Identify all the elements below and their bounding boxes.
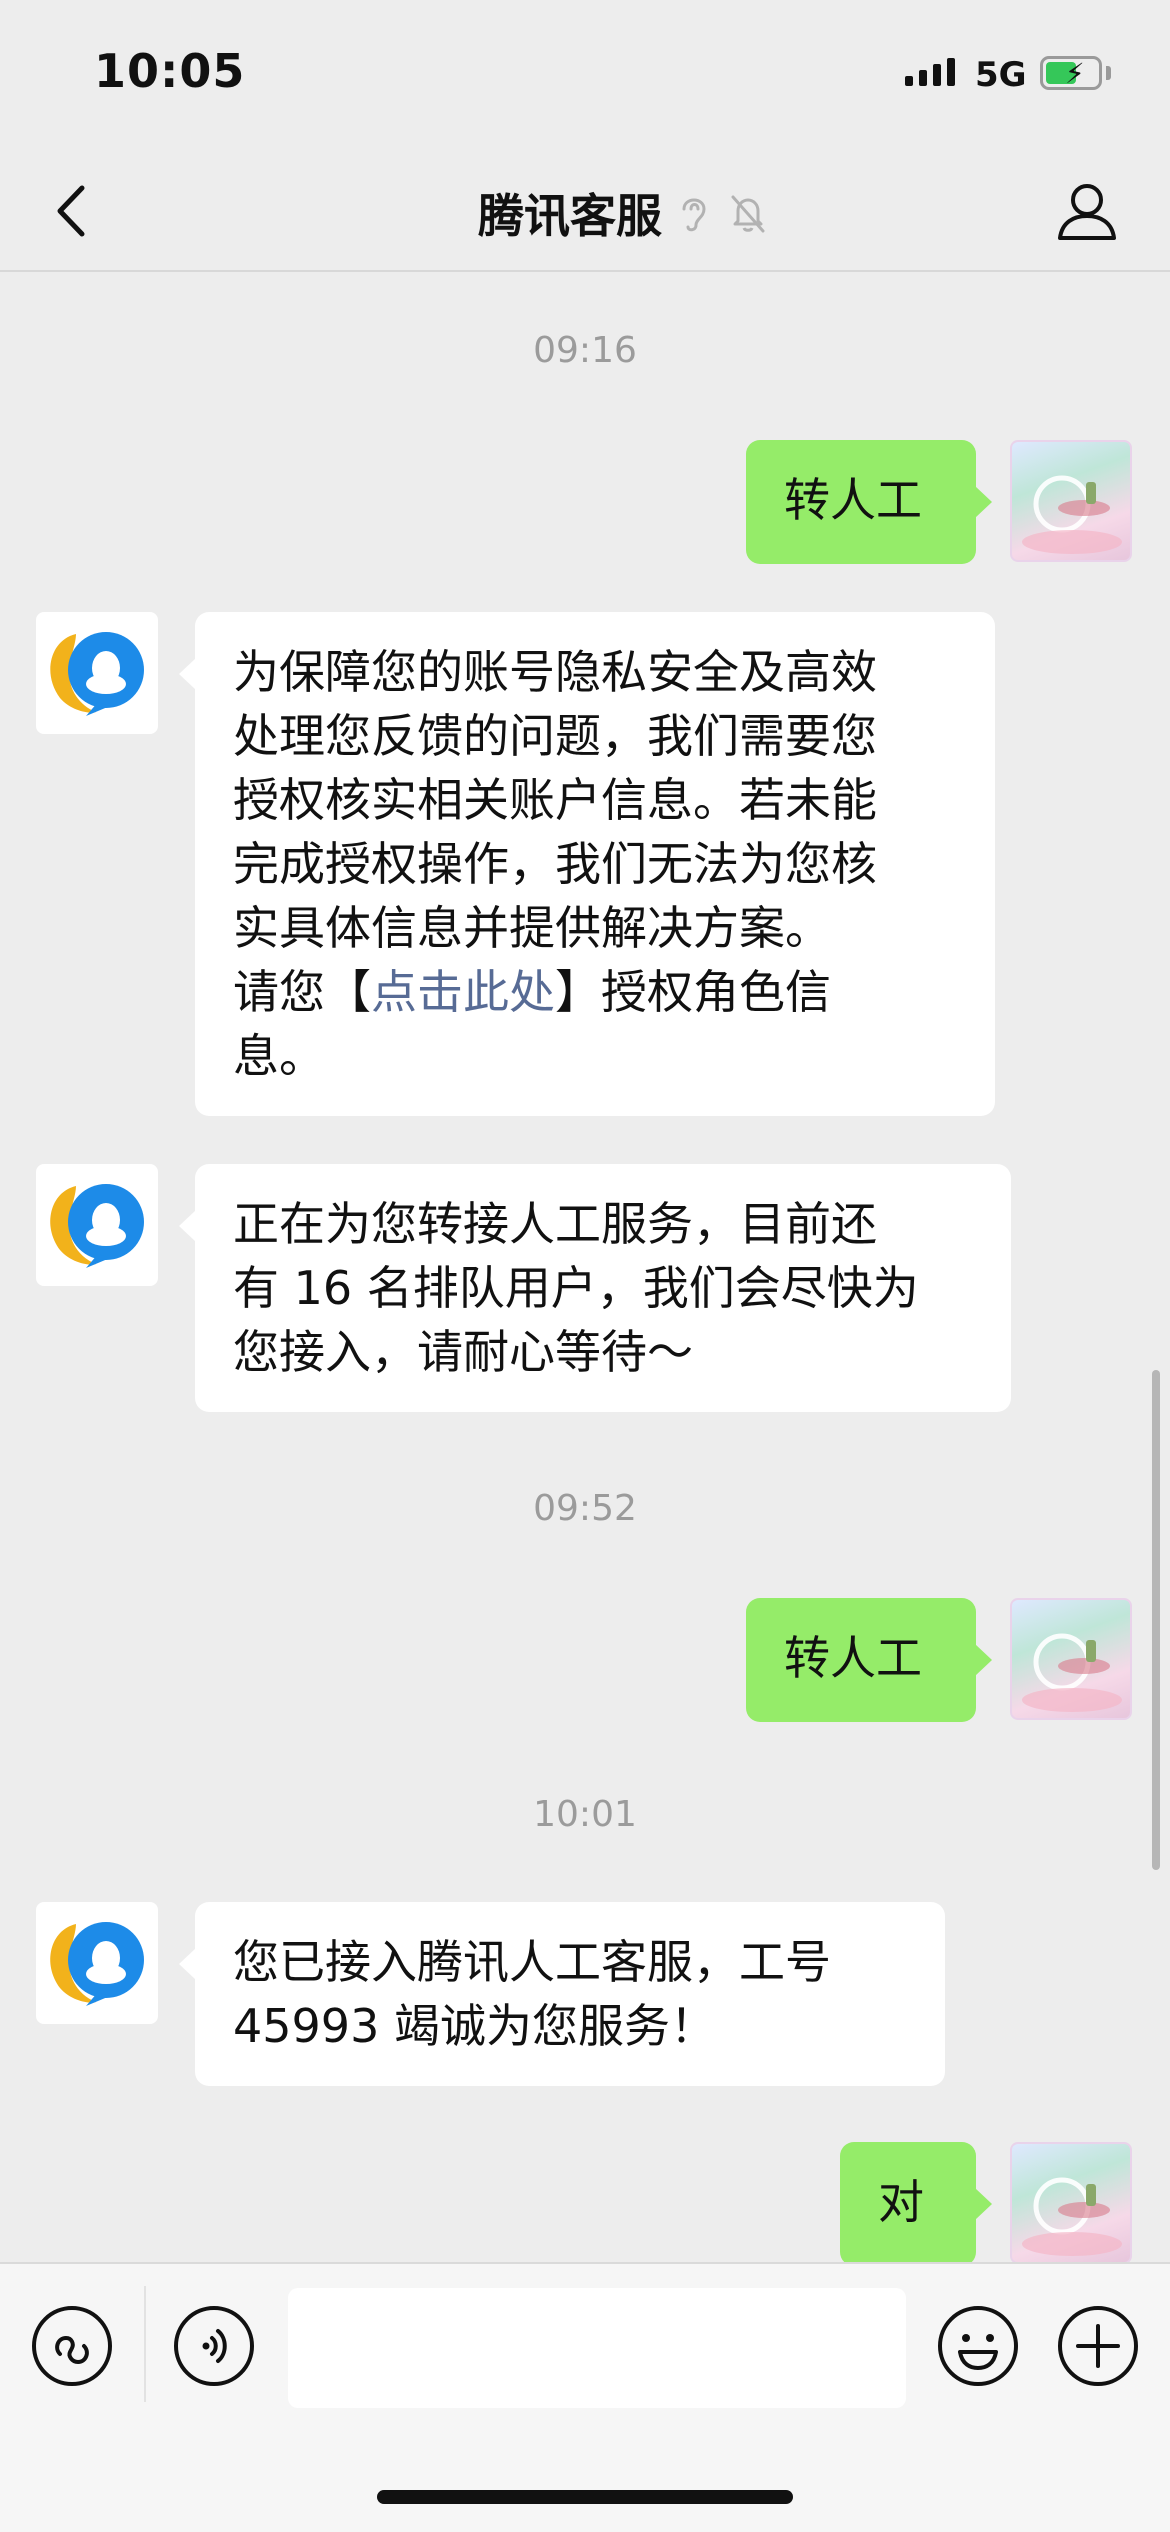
mini-program-button[interactable]: [30, 2304, 114, 2388]
user-avatar[interactable]: [1010, 440, 1132, 562]
emoji-button[interactable]: [936, 2304, 1020, 2388]
battery-icon: ⚡: [1040, 56, 1102, 90]
message-line: 正在为您转接人工服务，目前还: [233, 1197, 877, 1251]
message-text: 转人工: [784, 1631, 922, 1685]
user-avatar[interactable]: [1010, 2142, 1132, 2262]
back-button[interactable]: [40, 176, 110, 246]
bot-avatar[interactable]: [36, 612, 158, 734]
sent-message-bubble[interactable]: 转人工: [746, 1598, 992, 1722]
message-line: 您接入，请耐心等待～: [233, 1325, 693, 1379]
message-line: 您已接入腾讯人工客服，工号: [233, 1935, 831, 1989]
chat-info-button[interactable]: [1052, 176, 1122, 246]
message-line: 实具体信息并提供解决方案。: [233, 901, 831, 955]
chevron-left-icon: [57, 185, 85, 237]
message-timestamp: 09:16: [533, 330, 637, 371]
message-line: 45993 竭诚为您服务！: [233, 1999, 716, 2053]
message-text: 】授权角色信: [555, 965, 831, 1019]
cellular-signal-icon: [905, 58, 955, 86]
bell-muted-icon: [731, 195, 765, 233]
bot-avatar[interactable]: [36, 1902, 158, 2024]
network-type: 5G: [975, 55, 1027, 95]
battery-cap: [1106, 66, 1111, 80]
plus-icon: [1058, 2306, 1138, 2386]
bot-avatar[interactable]: [36, 1164, 158, 1286]
message-line: 息。: [233, 1029, 325, 1083]
chat-scrollbar[interactable]: [1152, 1370, 1160, 1870]
message-line: 有 16 名排队用户，我们会尽快为: [233, 1261, 919, 1315]
emoji-icon: [938, 2306, 1018, 2386]
tencent-service-logo-icon: [50, 1184, 144, 1268]
received-message-bubble[interactable]: 您已接入腾讯人工客服，工号 45993 竭诚为您服务！: [179, 1902, 945, 2086]
chat-title-group: 腾讯客服: [478, 180, 770, 246]
message-line: 授权核实相关账户信息。若未能: [233, 773, 877, 827]
avatar-image: [1022, 2177, 1122, 2256]
tencent-service-logo-icon: [50, 632, 144, 716]
message-text: 请您【: [233, 965, 371, 1019]
voice-icon: [174, 2306, 254, 2386]
message-list[interactable]: 09:16 转人工 为保障您的账号隐私安全及高效 处理您反馈的问题，我们需要您 …: [0, 272, 1170, 2262]
message-text: 对: [878, 2175, 924, 2229]
message-timestamp: 09:52: [533, 1488, 637, 1529]
sent-message-bubble[interactable]: 转人工: [746, 440, 992, 564]
message-line: 请您【点击此处】授权角色信: [233, 960, 957, 1024]
tencent-service-logo-icon: [50, 1922, 144, 2006]
home-indicator[interactable]: [377, 2490, 793, 2504]
chat-title: 腾讯客服: [478, 189, 662, 243]
message-text: 转人工: [784, 473, 922, 527]
sent-message-bubble[interactable]: 对: [840, 2142, 992, 2262]
user-avatar[interactable]: [1010, 1598, 1132, 1720]
avatar-image: [1022, 1633, 1122, 1712]
received-message-bubble[interactable]: 正在为您转接人工服务，目前还 有 16 名排队用户，我们会尽快为 您接入，请耐心…: [179, 1164, 1011, 1412]
message-line: 处理您反馈的问题，我们需要您: [233, 709, 877, 763]
avatar-image: [1022, 475, 1122, 554]
chat-header: 腾讯客服: [0, 150, 1170, 272]
status-bar: 10:05 5G ⚡: [0, 0, 1170, 150]
more-button[interactable]: [1056, 2304, 1140, 2388]
status-time: 10:05: [94, 44, 246, 98]
message-input[interactable]: [288, 2288, 906, 2408]
message-line: 为保障您的账号隐私安全及高效: [233, 645, 877, 699]
ear-icon: [682, 198, 706, 232]
message-timestamp: 10:01: [533, 1794, 637, 1835]
person-icon: [1058, 184, 1116, 240]
received-message-bubble[interactable]: 为保障您的账号隐私安全及高效 处理您反馈的问题，我们需要您 授权核实相关账户信息…: [179, 612, 995, 1116]
divider: [144, 2286, 146, 2402]
authorize-link[interactable]: 点击此处: [371, 965, 555, 1019]
link-icon: [32, 2306, 112, 2386]
voice-button[interactable]: [172, 2304, 256, 2388]
message-line: 完成授权操作，我们无法为您核: [233, 837, 877, 891]
